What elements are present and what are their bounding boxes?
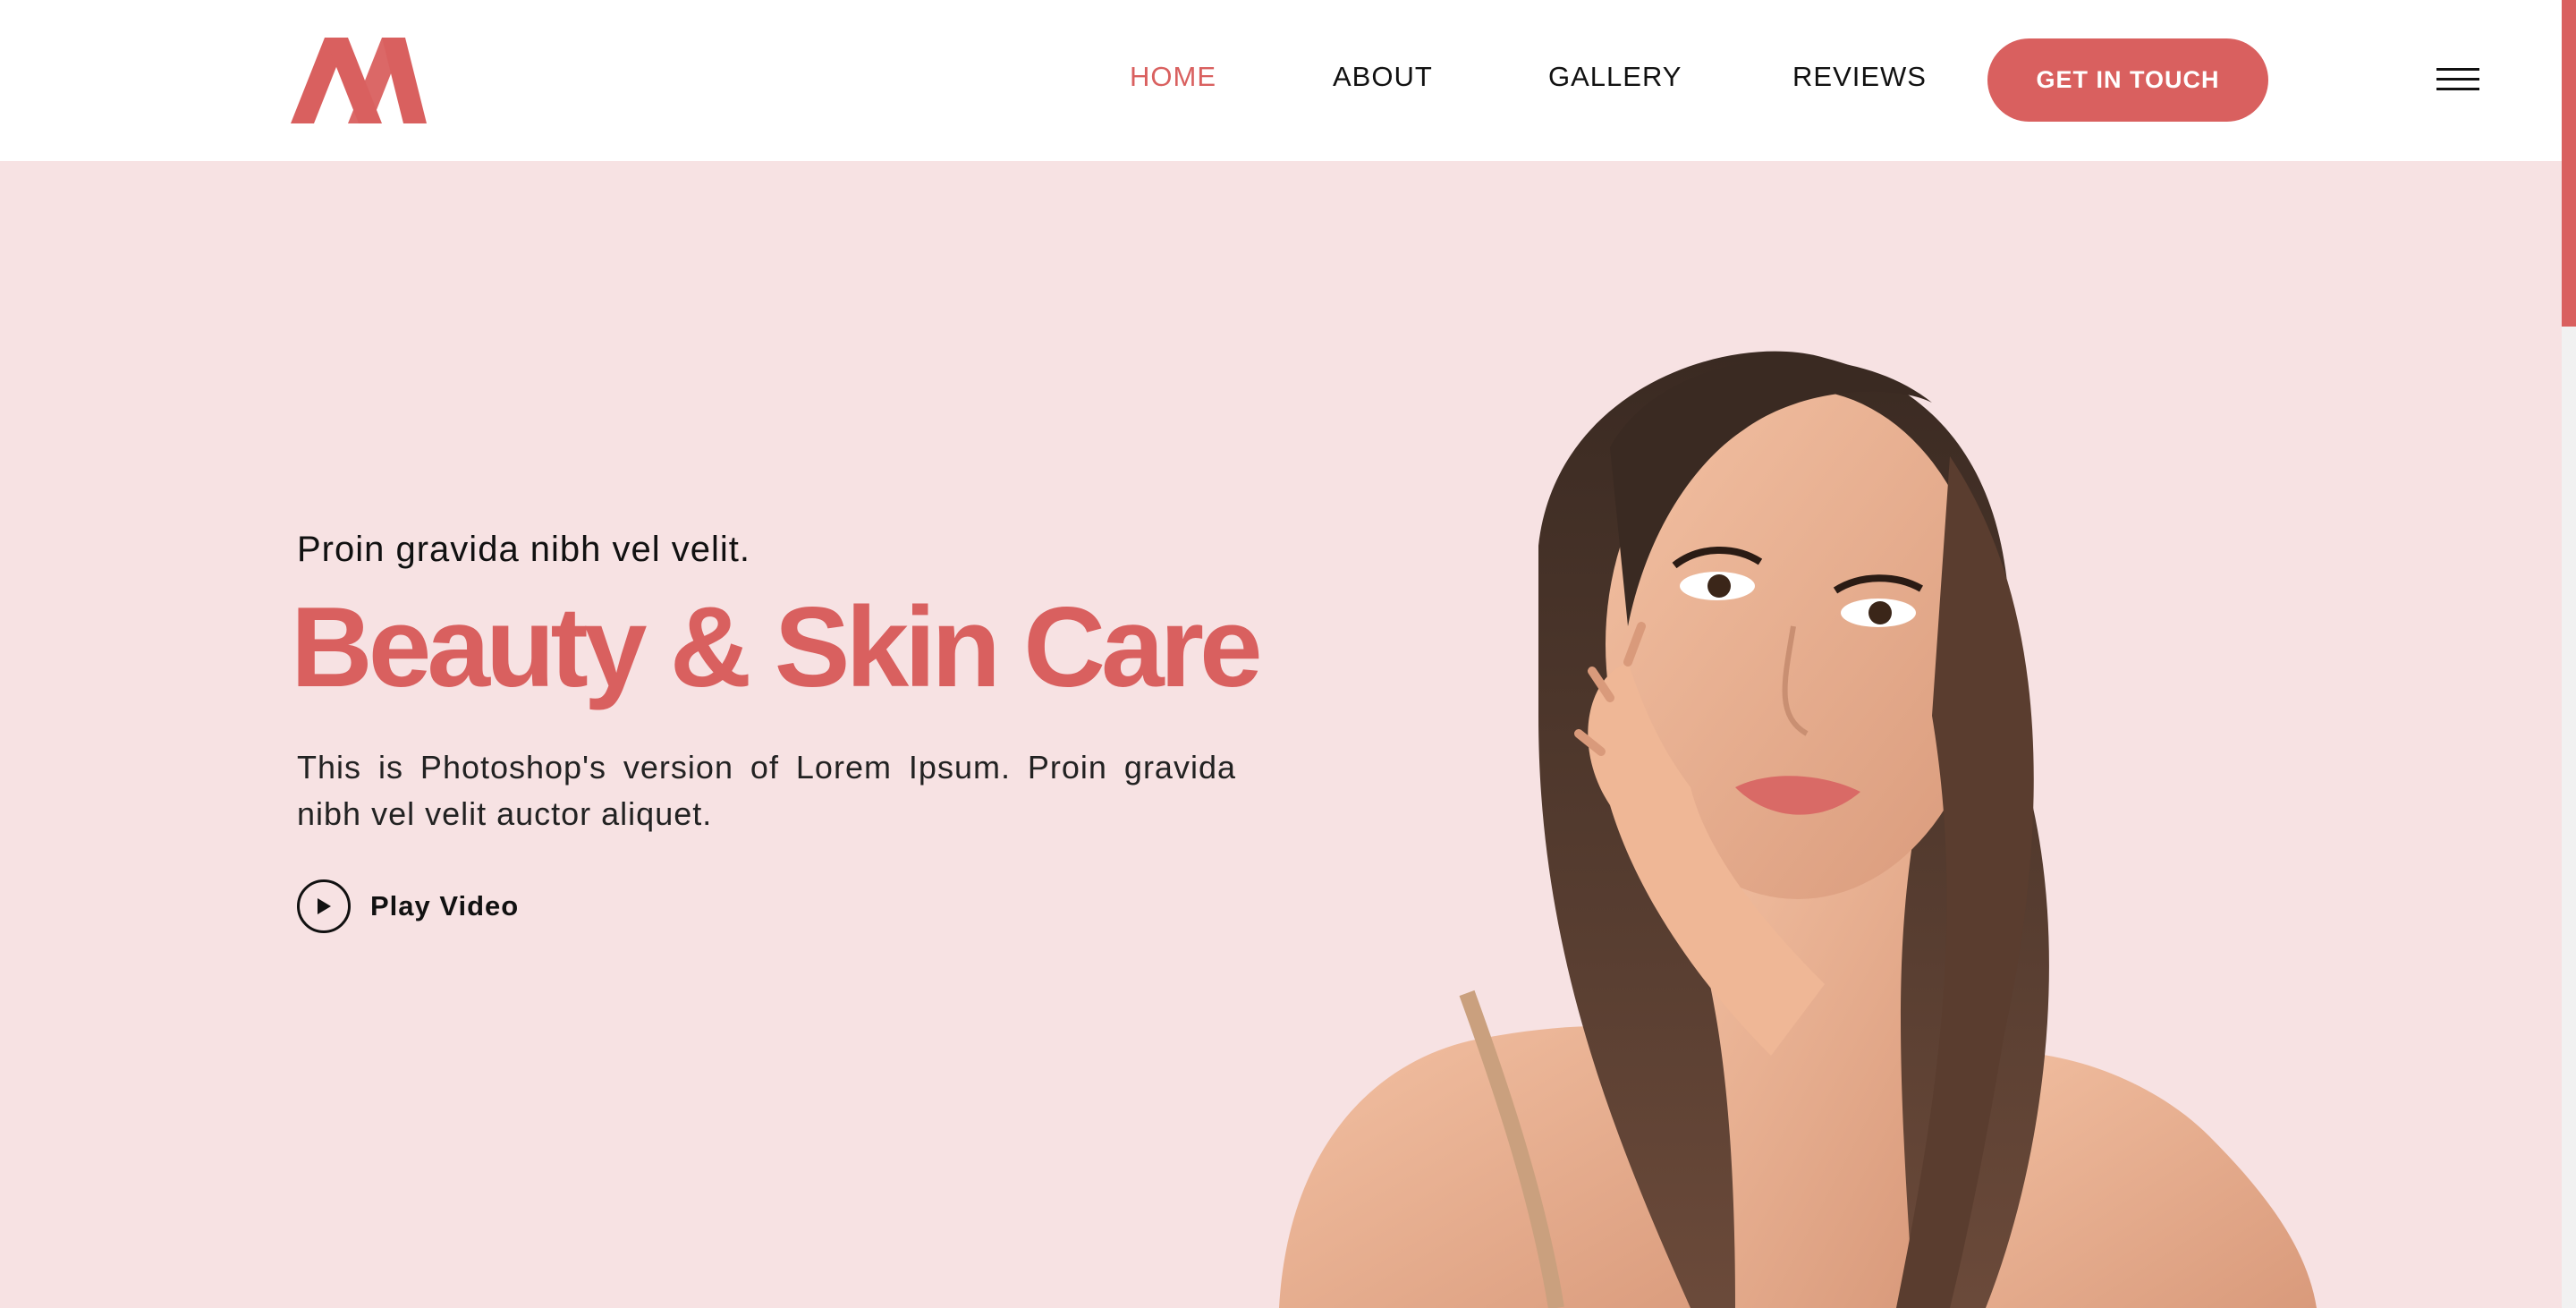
hero-description: This is Photoshop's version of Lorem Ips…: [297, 749, 1236, 832]
nav-gallery[interactable]: GALLERY: [1548, 61, 1682, 93]
hero-kicker: Proin gravida nibh vel velit.: [297, 530, 751, 569]
play-icon[interactable]: [297, 879, 351, 933]
get-in-touch-button[interactable]: GET IN TOUCH: [1987, 38, 2268, 122]
hero-section: Proin gravida nibh vel velit. Beauty & S…: [0, 161, 2562, 1308]
site-header: HOME ABOUT GALLERY REVIEWS GET IN TOUCH: [0, 0, 2576, 161]
nav-home[interactable]: HOME: [1130, 61, 1216, 93]
play-video-label[interactable]: Play Video: [370, 890, 519, 922]
page-scrollbar[interactable]: [2562, 0, 2576, 1308]
hero-title: Beauty & Skin Care: [291, 583, 1263, 710]
play-video-button[interactable]: Play Video: [297, 879, 519, 933]
nav-about[interactable]: ABOUT: [1333, 61, 1433, 93]
hamburger-icon[interactable]: [2436, 68, 2479, 93]
scrollbar-thumb[interactable]: [2562, 0, 2576, 327]
woman-portrait-image: [1279, 351, 2317, 1308]
nav-reviews[interactable]: REVIEWS: [1792, 61, 1927, 93]
